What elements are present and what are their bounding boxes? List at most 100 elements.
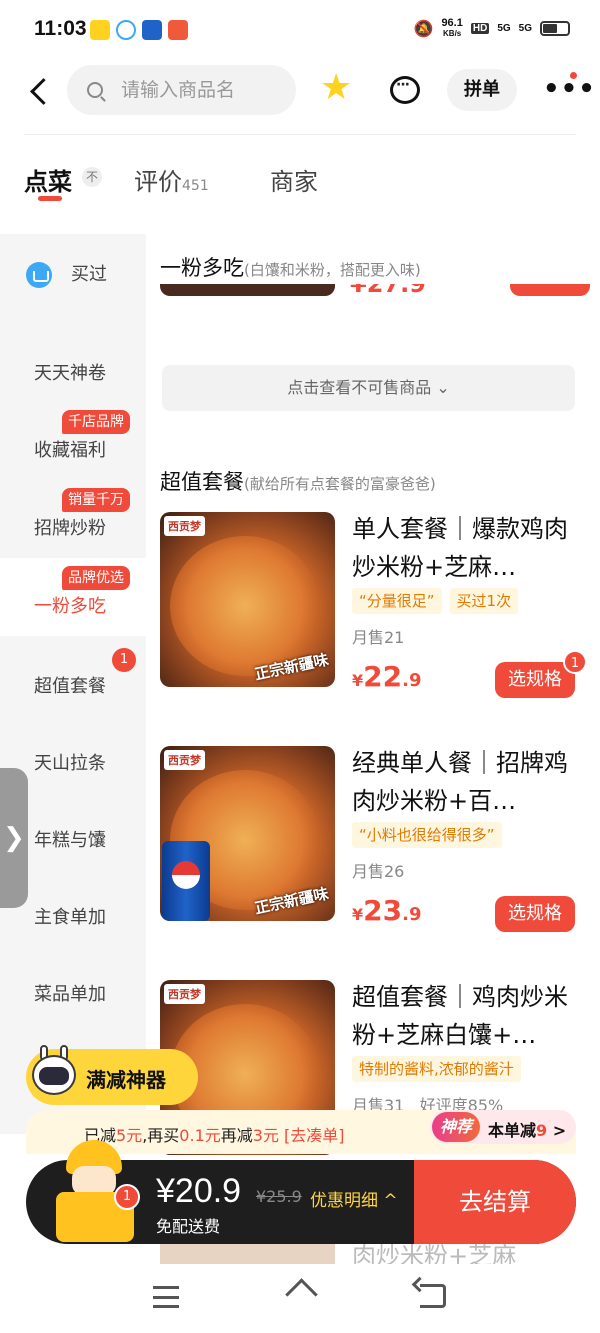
sidebar-item-daily-coupon[interactable]: 天天神卷 [0, 325, 146, 403]
select-spec-button[interactable]: 选规格 [495, 896, 575, 932]
tab-active-indicator [38, 196, 62, 201]
menu-item[interactable]: 西贡梦 正宗新疆味 单人套餐｜爆款鸡肉炒米粉+芝麻… “分量很足” 买过1次 月… [160, 512, 590, 698]
discount-detail-toggle[interactable]: 优惠明细 ^ [310, 1186, 398, 1211]
meituan-app-icon [90, 20, 110, 40]
brand-label: 西贡梦 [164, 750, 205, 770]
sidebar-item-label: 主食单加 [34, 907, 106, 928]
ai-recommend-pill[interactable]: 神荐 本单减9 > [430, 1110, 576, 1144]
sidebar-item-collect-benefits[interactable]: 千店品牌 收藏福利 [0, 402, 146, 480]
hd-icon: HD [470, 23, 490, 34]
item-image[interactable]: 西贡梦 正宗新疆味 [160, 512, 335, 687]
more-icon[interactable]: ••• [543, 74, 596, 104]
tab-bar: 点菜 不 评价451 商家 [0, 150, 600, 210]
price-currency: ¥ [352, 905, 364, 924]
item-tag: 特制的酱料,浓郁的酱汁 [352, 1056, 521, 1082]
sidebar-item-tag: 销量千万 [62, 488, 130, 512]
net-speed-unit: KB/s [443, 29, 462, 38]
cart-total-amount: ¥20.9 [156, 1172, 242, 1210]
back-icon[interactable] [420, 1284, 446, 1308]
price-currency: ¥ [352, 671, 364, 690]
cloud-app-icon [142, 20, 162, 40]
sidebar-item-tag: 品牌优选 [62, 566, 130, 590]
section-title-text: 超值套餐 [160, 470, 244, 494]
item-quantity-badge: 1 [563, 650, 587, 674]
sidebar-item-signature-noodles[interactable]: 销量千万 招牌炒粉 [0, 480, 146, 558]
robot-face [39, 1067, 69, 1085]
ai-recommend-text: 本单减9 > [488, 1117, 566, 1141]
chat-icon[interactable] [390, 76, 420, 104]
chevron-right-icon: > [547, 1121, 567, 1140]
price-decimal: .9 [402, 904, 422, 925]
delivery-fee-label: 免配送费 [156, 1217, 221, 1236]
discount-text-mid2: 再减 [220, 1126, 253, 1145]
shopping-app-icon [168, 20, 188, 40]
ai-text-num: 9 [536, 1121, 548, 1140]
chevron-down-icon: ⌄ [436, 378, 450, 397]
back-button[interactable] [26, 74, 56, 110]
discount-tool-chip[interactable]: 满减神器 [26, 1045, 198, 1105]
partial-spec-button[interactable] [510, 284, 590, 296]
select-spec-button[interactable]: 选规格 [495, 662, 575, 698]
discount-text-mid: ,再买 [142, 1126, 180, 1145]
pepsi-can-image [162, 841, 210, 921]
section-title-text: 一粉多吃 [160, 256, 244, 280]
section-title-value-combos: 超值套餐(献给所有点套餐的富豪爸爸) [160, 466, 436, 496]
group-order-button[interactable]: 拼单 [447, 69, 517, 111]
tab-reviews[interactable]: 评价451 [134, 162, 209, 197]
sidebar-item-label: 天山拉条 [34, 753, 106, 774]
menu-icon[interactable] [153, 1286, 179, 1308]
sidebar-item-label: 招牌炒粉 [34, 518, 106, 539]
side-drawer-handle[interactable]: ❯ [0, 768, 28, 908]
sidebar-item-bought[interactable]: 买过 [0, 234, 146, 312]
item-tags: 特制的酱料,浓郁的酱汁 [352, 1056, 521, 1082]
cart-original-price: ¥25.9 [256, 1187, 302, 1206]
discount-next: 3元 [252, 1126, 279, 1145]
discount-threshold: 0.1元 [179, 1126, 221, 1145]
add-more-link[interactable]: [去凑单] [279, 1126, 345, 1145]
header-divider [24, 134, 576, 135]
partial-item-image [160, 284, 335, 296]
price-integer: 22 [363, 660, 403, 693]
category-sidebar: 买过 天天神卷 千店品牌 收藏福利 销量千万 招牌炒粉 品牌优选 一粉多吃 1 … [0, 234, 146, 1134]
checkout-button[interactable]: 去结算 [414, 1160, 576, 1244]
sidebar-item-tag: 千店品牌 [62, 410, 130, 434]
peek-text: 肉炒米粉+芝麻 [352, 1244, 517, 1264]
item-tag: 买过1次 [449, 588, 519, 614]
tab-merchant[interactable]: 商家 [270, 162, 318, 197]
search-input[interactable] [121, 79, 281, 101]
view-unavailable-button[interactable]: 点击查看不可售商品 ⌄ [162, 365, 575, 411]
favorite-star-icon[interactable]: ★ [320, 70, 352, 106]
item-sales: 月售21 [352, 628, 405, 647]
sidebar-item-value-combos[interactable]: 1 超值套餐 [0, 638, 146, 716]
sidebar-item-label: 收藏福利 [34, 440, 106, 461]
item-image[interactable]: 西贡梦 正宗新疆味 [160, 746, 335, 921]
app-notification-icon [116, 20, 136, 40]
home-icon[interactable] [285, 1282, 315, 1308]
sidebar-item-label: 菜品单加 [34, 984, 106, 1005]
item-price: ¥23.9 [352, 894, 421, 927]
item-tag: “分量很足” [352, 588, 442, 614]
peek-image [160, 1244, 335, 1264]
header: ★ 拼单 ••• [0, 62, 600, 128]
robot-icon [30, 1045, 78, 1103]
menu-item[interactable]: 西贡梦 正宗新疆味 经典单人餐｜招牌鸡肉炒米粉+百… “小料也很给得很多” 月售… [160, 746, 590, 932]
brand-label: 西贡梦 [164, 516, 205, 536]
item-tag: “小料也很给得很多” [352, 822, 502, 848]
sidebar-item-dish-addon[interactable]: 菜品单加 [0, 946, 146, 1024]
item-price: ¥22.9 [352, 660, 421, 693]
item-name: 超值套餐｜鸡肉炒米粉+芝麻白馕+… [352, 983, 568, 1049]
section-subtitle: (献给所有点套餐的富豪爸爸) [244, 475, 436, 493]
next-item-peek: 肉炒米粉+芝麻 [160, 1244, 600, 1264]
brand-label: 西贡梦 [164, 984, 205, 1004]
tab-order[interactable]: 点菜 [24, 162, 72, 197]
item-tags: “分量很足” 买过1次 [352, 588, 519, 614]
section-title-one-noodle: 一粉多吃(白馕和米粉，搭配更入味) [160, 252, 421, 282]
basket-icon [26, 262, 52, 288]
sidebar-item-one-noodle-many-ways[interactable]: 品牌优选 一粉多吃 [0, 558, 146, 636]
battery-icon [540, 21, 570, 36]
search-box[interactable] [67, 65, 296, 115]
item-sales: 月售26 [352, 862, 405, 881]
partial-item: ¥27.9 [160, 284, 590, 298]
net-speed-value: 96.1 [441, 17, 463, 29]
discount-tool-label: 满减神器 [86, 1068, 166, 1092]
